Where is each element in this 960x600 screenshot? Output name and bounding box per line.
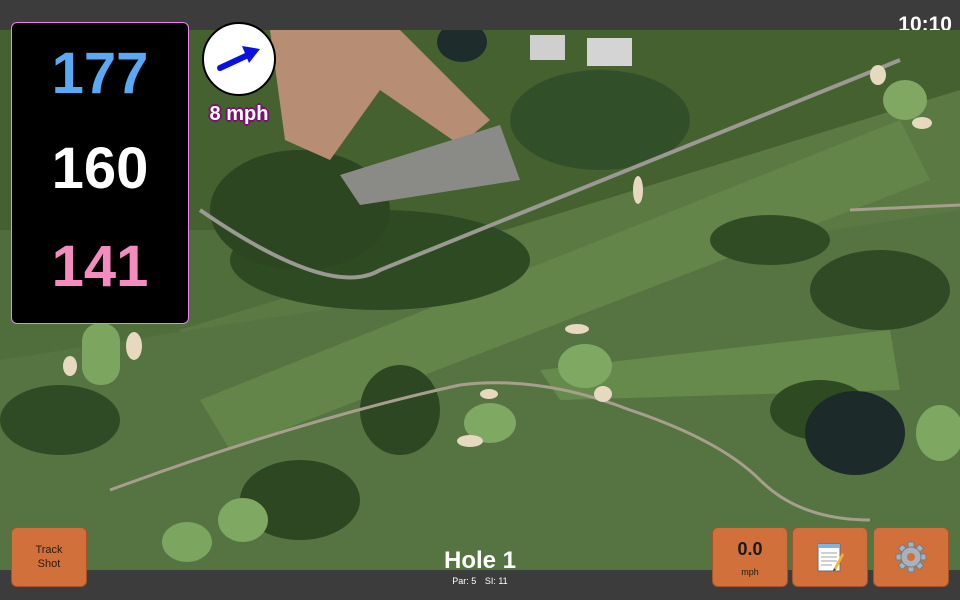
wind-direction-dial bbox=[202, 22, 276, 96]
speed-button[interactable]: 0.0 mph bbox=[712, 527, 788, 587]
wind-arrow-icon bbox=[217, 46, 260, 71]
track-shot-button[interactable]: Track Shot bbox=[11, 527, 87, 587]
front-distance: 141 bbox=[51, 234, 149, 299]
hole-par: Par: 5 bbox=[452, 576, 477, 586]
distance-panel: 177 160 141 bbox=[11, 22, 189, 324]
settings-button[interactable] bbox=[873, 527, 949, 587]
speed-unit: mph bbox=[741, 566, 759, 577]
notes-button[interactable] bbox=[792, 527, 868, 587]
wind-speed: 8 mph bbox=[209, 103, 269, 125]
back-distance: 177 bbox=[51, 41, 149, 106]
track-shot-label-line1: Track bbox=[35, 544, 63, 556]
notepad-icon bbox=[817, 543, 844, 572]
gear-icon bbox=[895, 541, 927, 573]
app-screen: 10:10 177 160 141 8 mph Hole 1 Par: 5 SI… bbox=[0, 0, 960, 600]
hole-stroke-index: SI: 11 bbox=[484, 576, 508, 586]
track-shot-label-line2: Shot bbox=[37, 558, 61, 570]
middle-distance: 160 bbox=[51, 136, 149, 201]
speed-value: 0.0 bbox=[737, 538, 763, 559]
